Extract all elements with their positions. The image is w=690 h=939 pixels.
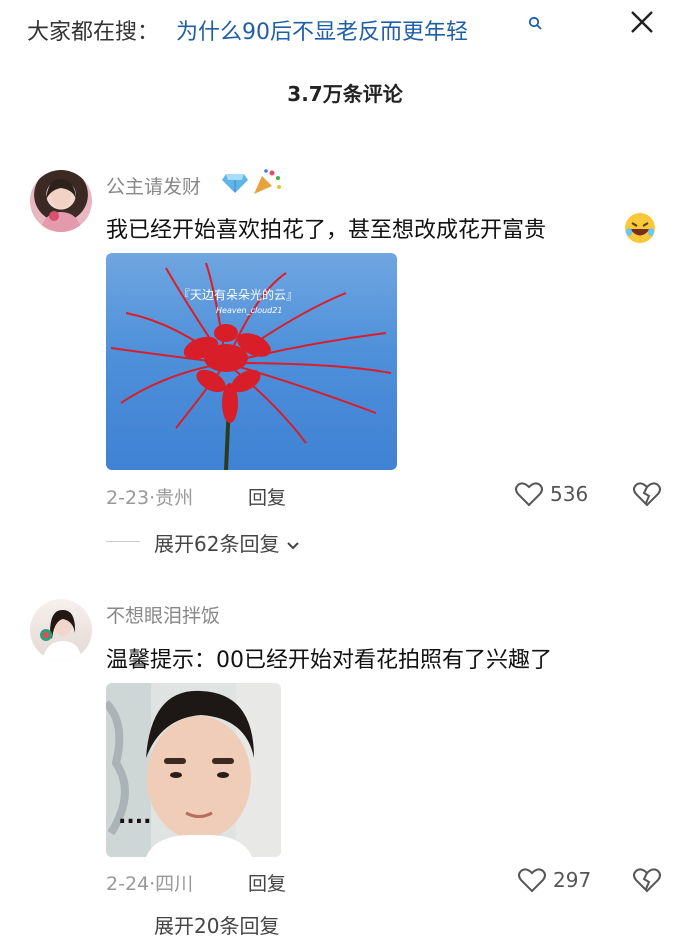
red-spider-lily-image: 『天边有朵朵光的云』 Heaven_cloud21 — [110, 262, 392, 470]
search-prefix-label: 大家都在搜： — [27, 20, 160, 45]
expand-replies-button[interactable]: 展开20条回复 — [154, 910, 279, 939]
image-caption: 『天边有朵朵光的云』 — [178, 287, 298, 302]
diamond-icon — [222, 174, 248, 193]
party-popper-icon — [254, 169, 281, 194]
comment-image[interactable]: 『天边有朵朵光的云』 Heaven_cloud21 — [106, 253, 397, 470]
reply-button[interactable]: 回复 — [248, 869, 286, 896]
search-icon[interactable] — [528, 16, 542, 30]
chevron-down-icon — [287, 542, 299, 550]
like-count: 297 — [553, 868, 592, 892]
man-portrait-image: .... — [106, 683, 281, 857]
reply-button[interactable]: 回复 — [248, 483, 286, 510]
comment-date: 2-23 — [106, 487, 150, 509]
comment-image[interactable]: .... — [106, 683, 281, 857]
username[interactable]: 公主请发财 — [106, 172, 201, 199]
comment-text: 温馨提示：00已经开始对看花拍照有了兴趣了 — [106, 648, 552, 673]
trending-search-link[interactable]: 为什么90后不显老反而更年轻 — [176, 14, 468, 46]
rofl-emoji-icon — [625, 213, 655, 243]
expand-replies-button[interactable]: 展开62条回复 — [154, 528, 300, 557]
comment-meta: 2-23·贵州 — [106, 487, 194, 509]
heart-icon[interactable] — [515, 481, 543, 507]
image-dots: .... — [118, 804, 151, 829]
broken-heart-icon[interactable] — [633, 866, 661, 894]
comment-text: 我已经开始喜欢拍花了，甚至想改成花开富贵 — [106, 218, 547, 243]
divider — [106, 541, 140, 542]
close-icon[interactable] — [628, 8, 656, 36]
username[interactable]: 不想眼泪拌饭 — [106, 601, 220, 628]
avatar-portrait — [40, 178, 82, 232]
image-subcaption: Heaven_cloud21 — [216, 306, 282, 315]
heart-icon[interactable] — [518, 867, 546, 893]
broken-heart-icon[interactable] — [633, 480, 661, 508]
comment-meta: 2-24·四川 — [106, 873, 194, 895]
expand-replies-label: 展开20条回复 — [154, 914, 280, 938]
like-count: 536 — [550, 482, 589, 506]
avatar[interactable] — [30, 599, 92, 661]
avatar-portrait — [40, 609, 82, 661]
comment-location: 贵州 — [155, 487, 194, 509]
expand-replies-label: 展开62条回复 — [154, 532, 280, 556]
avatar[interactable] — [30, 170, 92, 232]
comment-count: 3.7万条评论 — [287, 82, 403, 106]
comment-date: 2-24 — [106, 873, 150, 895]
comment-location: 四川 — [155, 873, 194, 895]
top-search-bar: 大家都在搜： 为什么90后不显老反而更年轻 — [0, 0, 690, 60]
